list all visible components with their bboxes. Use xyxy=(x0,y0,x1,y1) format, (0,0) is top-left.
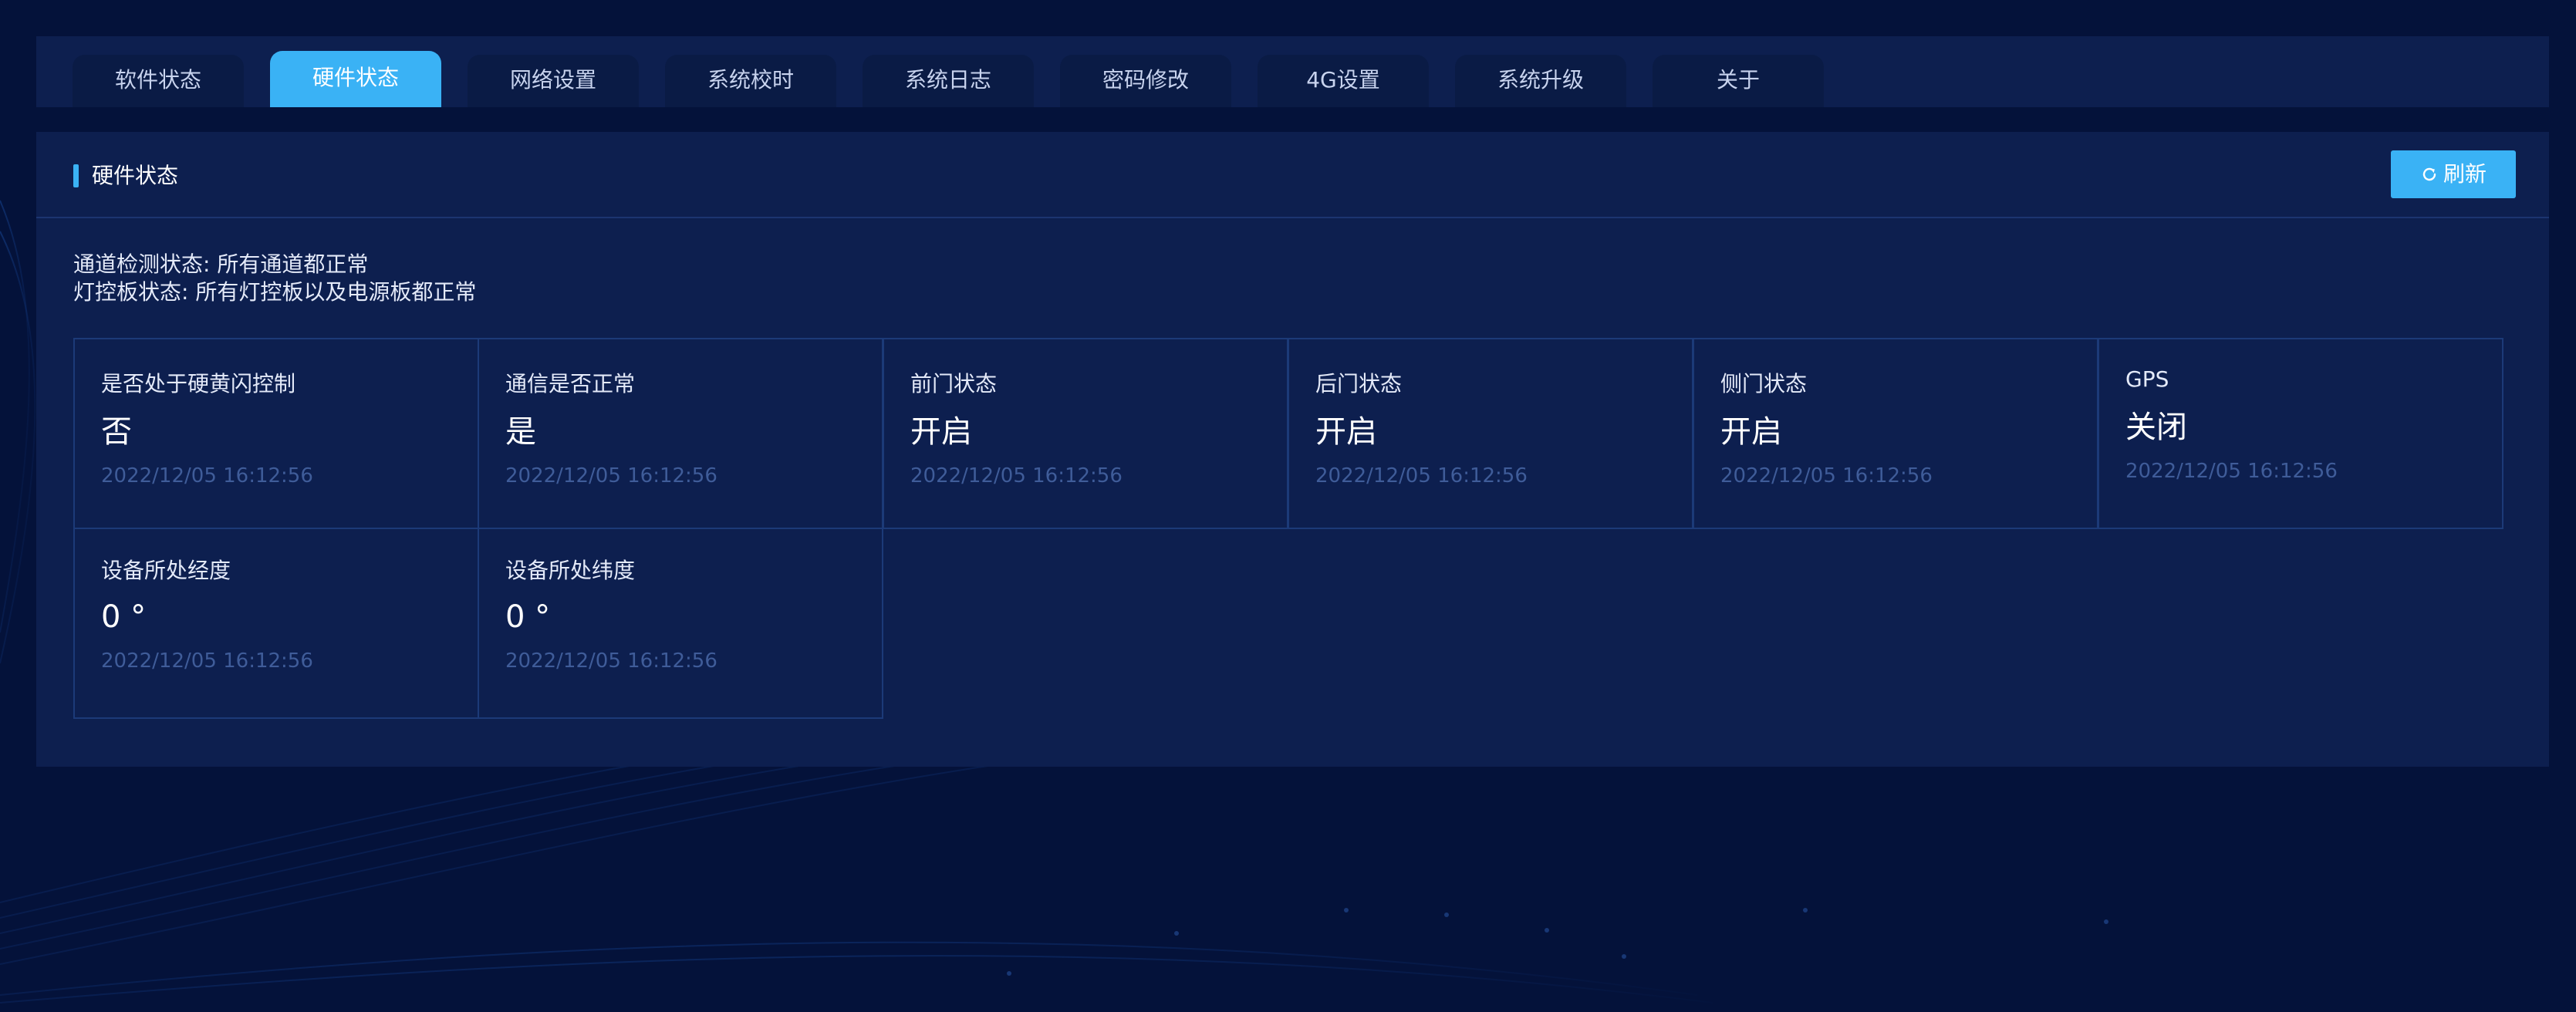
card-timestamp: 2022/12/05 16:12:56 xyxy=(101,649,313,673)
detection-status-text: 通道检测状态: 所有通道都正常 灯控板状态: 所有灯控板以及电源板都正常 xyxy=(73,251,476,306)
card-label: 前门状态 xyxy=(910,371,998,396)
status-card-longitude: 设备所处经度 0 ° 2022/12/05 16:12:56 xyxy=(73,528,479,719)
tab-bar: 软件状态 硬件状态 网络设置 系统校时 系统日志 密码修改 4G设置 系统升级 … xyxy=(36,36,2549,107)
status-card-gps: GPS 关闭 2022/12/05 16:12:56 xyxy=(2098,338,2503,529)
status-card-front-door: 前门状态 开启 2022/12/05 16:12:56 xyxy=(883,338,1288,529)
status-card-grid: 是否处于硬黄闪控制 否 2022/12/05 16:12:56 通信是否正常 是… xyxy=(73,338,2503,719)
card-label: 设备所处纬度 xyxy=(505,558,636,583)
status-card-rear-door: 后门状态 开启 2022/12/05 16:12:56 xyxy=(1288,338,1693,529)
card-timestamp: 2022/12/05 16:12:56 xyxy=(1315,464,1528,487)
tab-system-log[interactable]: 系统日志 xyxy=(863,55,1034,107)
card-value: 关闭 xyxy=(2125,410,2187,445)
tab-4g-settings[interactable]: 4G设置 xyxy=(1258,55,1429,107)
tab-software-status[interactable]: 软件状态 xyxy=(73,55,244,107)
card-value: 开启 xyxy=(1315,414,1377,450)
refresh-label: 刷新 xyxy=(2443,161,2487,187)
card-value: 否 xyxy=(101,414,132,450)
tab-hardware-status[interactable]: 硬件状态 xyxy=(270,51,441,107)
card-timestamp: 2022/12/05 16:12:56 xyxy=(1720,464,1933,487)
card-label: 是否处于硬黄闪控制 xyxy=(101,371,296,396)
tab-system-time-sync[interactable]: 系统校时 xyxy=(665,55,836,107)
card-timestamp: 2022/12/05 16:12:56 xyxy=(505,464,717,487)
card-value: 是 xyxy=(505,414,536,450)
card-label: 设备所处经度 xyxy=(101,558,231,583)
panel-title: 硬件状态 xyxy=(92,163,179,188)
card-timestamp: 2022/12/05 16:12:56 xyxy=(910,464,1123,487)
status-card-yellow-flash: 是否处于硬黄闪控制 否 2022/12/05 16:12:56 xyxy=(73,338,479,529)
hardware-status-panel: 硬件状态 刷新 通道检测状态: 所有通道都正常 灯控板状态: 所有灯控板以及电源… xyxy=(36,132,2549,767)
tab-about[interactable]: 关于 xyxy=(1653,55,1824,107)
card-value: 0 ° xyxy=(505,599,551,635)
title-accent-bar xyxy=(73,164,79,187)
card-value: 0 ° xyxy=(101,599,147,635)
light-board-status-line: 灯控板状态: 所有灯控板以及电源板都正常 xyxy=(73,279,477,305)
tab-network-settings[interactable]: 网络设置 xyxy=(468,55,639,107)
card-label: 后门状态 xyxy=(1315,371,1403,396)
card-value: 开启 xyxy=(910,414,972,450)
card-label: 通信是否正常 xyxy=(505,371,636,396)
card-timestamp: 2022/12/05 16:12:56 xyxy=(505,649,717,673)
status-card-latitude: 设备所处纬度 0 ° 2022/12/05 16:12:56 xyxy=(478,528,883,719)
status-card-communication: 通信是否正常 是 2022/12/05 16:12:56 xyxy=(478,338,883,529)
card-label: 侧门状态 xyxy=(1720,371,1808,396)
refresh-button[interactable]: 刷新 xyxy=(2391,150,2516,198)
panel-header: 硬件状态 刷新 xyxy=(36,132,2549,218)
card-timestamp: 2022/12/05 16:12:56 xyxy=(101,464,313,487)
card-value: 开启 xyxy=(1720,414,1782,450)
card-timestamp: 2022/12/05 16:12:56 xyxy=(2125,460,2338,483)
status-card-side-door: 侧门状态 开启 2022/12/05 16:12:56 xyxy=(1693,338,2098,529)
tab-password-change[interactable]: 密码修改 xyxy=(1060,55,1231,107)
tab-system-upgrade[interactable]: 系统升级 xyxy=(1455,55,1626,107)
card-label: GPS xyxy=(2125,366,2169,392)
refresh-icon xyxy=(2422,167,2436,181)
channel-status-line: 通道检测状态: 所有通道都正常 xyxy=(73,251,369,277)
